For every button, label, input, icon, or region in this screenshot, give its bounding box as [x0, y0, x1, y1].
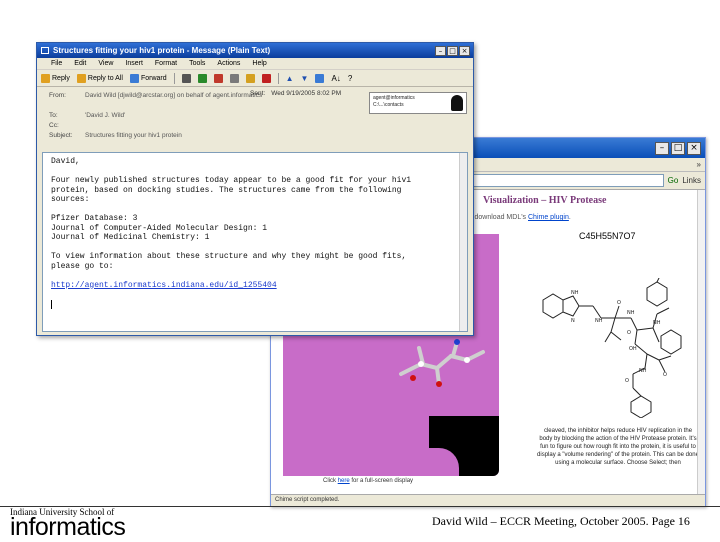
svg-text:O: O — [663, 372, 667, 378]
print-icon[interactable] — [181, 73, 191, 83]
email-toolbar: Reply Reply to All Forward ▲ ▼ A↓ ? — [37, 70, 473, 87]
next-item-icon[interactable]: ▼ — [301, 74, 309, 83]
menu-edit[interactable]: Edit — [74, 60, 86, 67]
svg-text:NH: NH — [653, 320, 661, 326]
reply-all-button[interactable]: Reply to All — [76, 73, 123, 83]
plugin-notice: ed to download MDL's Chime plugin. — [457, 214, 571, 221]
from-value: David Wild [djwild@arcstar.org] on behal… — [85, 91, 263, 99]
subject-value: Structures fitting your hiv1 protein — [85, 131, 182, 139]
svg-text:NH: NH — [595, 318, 603, 324]
delete-icon[interactable] — [261, 73, 271, 83]
body-line: please go to: — [51, 261, 114, 271]
fullscreen-link[interactable]: here — [338, 478, 350, 484]
molecule-structure-diagram: NH N NH O NH O NH O OH O NH O — [542, 278, 682, 418]
flag-icon[interactable] — [213, 73, 223, 83]
find-icon[interactable]: A↓ — [331, 74, 340, 83]
svg-text:O: O — [627, 330, 631, 336]
surface-edge — [369, 448, 459, 476]
greeting: David, — [51, 157, 80, 166]
fullscreen-link-text: Click here for a full-screen display — [323, 478, 414, 484]
body-scrollbar[interactable] — [459, 153, 467, 331]
molecule-caption: cleaved, the inhibitor helps reduce HIV … — [537, 428, 699, 466]
close-icon[interactable]: × — [687, 141, 701, 155]
sent-value: Wed 9/19/2005 8:02 PM — [271, 90, 342, 97]
avatar — [451, 95, 463, 111]
menu-actions[interactable]: Actions — [217, 60, 240, 67]
links-button[interactable]: Links — [682, 176, 701, 185]
maximize-icon[interactable]: □ — [671, 141, 685, 155]
source-line: Pfizer Database: 3 — [51, 214, 138, 223]
body-line: To view information about these structur… — [51, 252, 407, 261]
reply-all-icon — [76, 73, 86, 83]
email-window: Structures fitting your hiv1 protein - M… — [36, 42, 474, 336]
structure-info-link[interactable]: http://agent.informatics.indiana.edu/id_… — [51, 281, 277, 290]
page-heading: Visualization – HIV Protease — [483, 195, 607, 206]
body-line: Four newly published structures today ap… — [51, 176, 412, 185]
minimize-icon[interactable]: – — [655, 141, 669, 155]
menu-help[interactable]: Help — [252, 60, 266, 67]
svg-text:NH: NH — [639, 368, 647, 374]
text-caret — [51, 299, 52, 309]
move-icon[interactable] — [229, 73, 239, 83]
body-line: sources: — [51, 195, 90, 204]
svg-text:OH: OH — [629, 346, 637, 352]
contact-card[interactable]: agent@informatics C:\...\contacts — [369, 92, 467, 114]
menu-tools[interactable]: Tools — [189, 60, 205, 67]
window-controls: – □ × — [435, 45, 473, 56]
email-titlebar: Structures fitting your hiv1 protein - M… — [37, 43, 473, 58]
maximize-icon[interactable]: □ — [447, 45, 458, 56]
forward-button[interactable]: Forward — [129, 73, 167, 83]
go-button[interactable]: Go — [668, 176, 679, 185]
reply-button[interactable]: Reply — [41, 73, 70, 83]
reply-icon — [41, 73, 50, 83]
source-line: Journal of Computer-Aided Molecular Desi… — [51, 223, 268, 233]
to-value: 'David J. Wild' — [85, 111, 126, 119]
svg-text:NH: NH — [627, 310, 635, 316]
slide-caption: David Wild – ECCR Meeting, October 2005.… — [432, 514, 690, 528]
menu-format[interactable]: Format — [155, 60, 177, 67]
browser-scrollbar[interactable] — [697, 190, 705, 496]
menu-bar: File Edit View Insert Format Tools Actio… — [37, 58, 473, 70]
toolbar-separator — [277, 72, 279, 84]
message-body[interactable]: David, Four newly published structures t… — [42, 152, 468, 332]
chime-plugin-link[interactable]: Chime plugin — [528, 214, 569, 221]
minimize-icon[interactable]: – — [435, 45, 446, 56]
sent-field: Sent: Wed 9/19/2005 8:02 PM — [250, 90, 342, 97]
email-window-title: Structures fitting your hiv1 protein - M… — [53, 46, 271, 55]
menu-file[interactable]: File — [51, 60, 62, 67]
body-line: protein, based on docking studies. The s… — [51, 185, 402, 195]
address-book-icon[interactable] — [315, 73, 325, 83]
toolbar-separator — [173, 72, 175, 84]
svg-text:NH: NH — [571, 290, 579, 296]
forward-icon — [129, 73, 139, 83]
chevron-right-icon[interactable]: » — [697, 160, 701, 169]
browser-status-bar: Chime script completed. — [271, 494, 705, 506]
source-line: Journal of Medicinal Chemistry: 1 — [51, 233, 210, 242]
save-icon[interactable] — [197, 73, 207, 83]
categories-icon[interactable] — [245, 73, 255, 83]
previous-item-icon[interactable]: ▲ — [286, 74, 294, 83]
menu-insert[interactable]: Insert — [125, 60, 143, 67]
message-headers: From: David Wild [djwild@arcstar.org] on … — [37, 87, 473, 147]
svg-text:O: O — [625, 378, 629, 384]
menu-view[interactable]: View — [98, 60, 113, 67]
molecular-formula: C45H55N7O7 — [579, 231, 636, 241]
svg-text:O: O — [617, 300, 621, 306]
svg-text:N: N — [571, 318, 575, 324]
ligand-model — [399, 339, 485, 387]
close-icon[interactable]: × — [459, 45, 470, 56]
help-icon[interactable]: ? — [348, 74, 352, 83]
informatics-logo: informatics — [10, 513, 126, 541]
envelope-icon — [41, 47, 49, 54]
